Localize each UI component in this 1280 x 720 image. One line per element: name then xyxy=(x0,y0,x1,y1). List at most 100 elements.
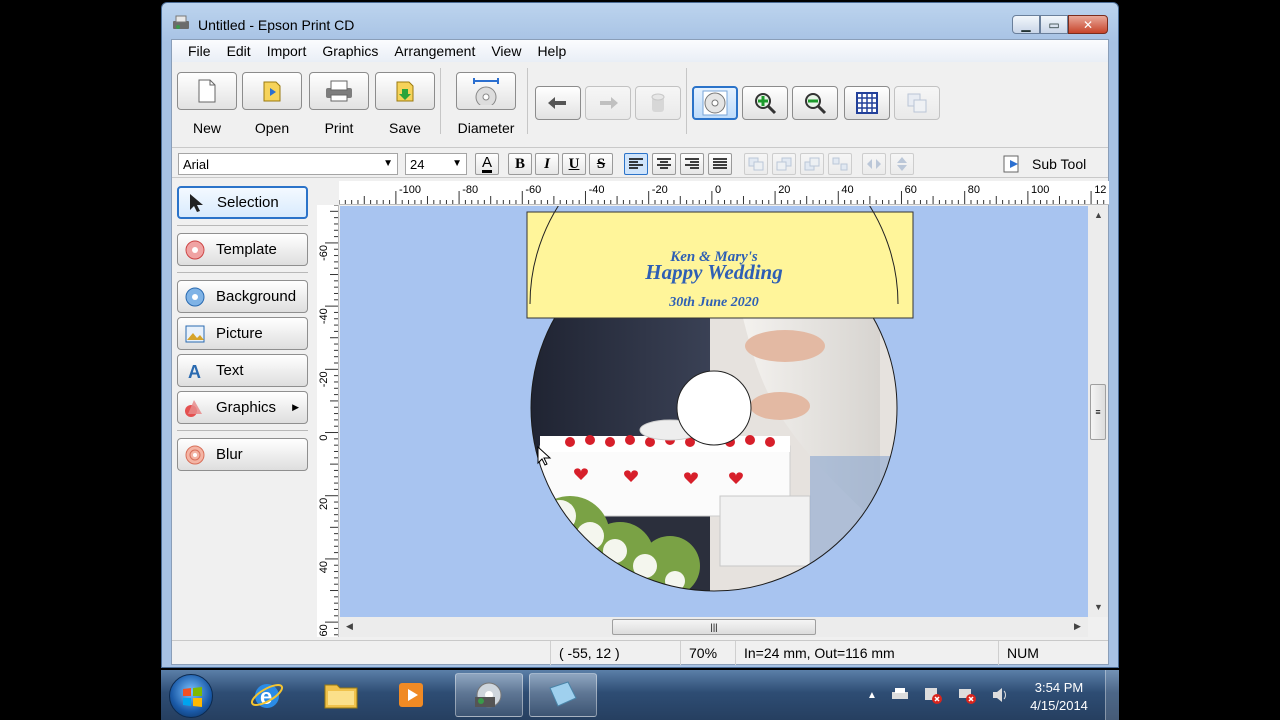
disc-center-hole xyxy=(676,370,752,446)
text-button[interactable]: A Text xyxy=(177,354,308,387)
bring-front-button[interactable] xyxy=(744,153,768,175)
scroll-up-icon[interactable]: ▲ xyxy=(1094,210,1103,220)
disc-diameter-status: In=24 mm, Out=116 mm xyxy=(735,641,965,665)
font-size-select[interactable]: 24 ▼ xyxy=(405,153,467,175)
show-hidden-icons-icon[interactable]: ▲ xyxy=(867,690,877,701)
taskbar-file-explorer[interactable] xyxy=(307,673,375,717)
zoom-out-button[interactable] xyxy=(792,86,838,120)
open-button[interactable] xyxy=(242,72,302,110)
undo-button[interactable] xyxy=(535,86,581,120)
toolbar-separator xyxy=(527,68,528,134)
taskbar-epson-print-cd[interactable] xyxy=(455,673,523,717)
vertical-scroll-thumb[interactable]: ≡ xyxy=(1090,384,1106,440)
menu-graphics[interactable]: Graphics xyxy=(314,43,386,59)
maximize-button[interactable]: ▭ xyxy=(1040,15,1068,34)
vertical-scrollbar[interactable]: ▲ ≡ ▼ xyxy=(1088,206,1108,617)
taskbar-app-window[interactable] xyxy=(529,673,597,717)
volume-icon[interactable] xyxy=(991,687,1009,703)
edit-tools-panel: Selection Template Background Picture A … xyxy=(172,180,316,640)
send-backward-button[interactable] xyxy=(800,153,824,175)
picture-button[interactable]: Picture xyxy=(177,317,308,350)
menu-help[interactable]: Help xyxy=(529,43,574,59)
vertical-ruler-ticks: -60 -40 -20 0 20 40 60 xyxy=(318,205,338,636)
italic-icon: I xyxy=(544,155,550,172)
picture-label: Picture xyxy=(216,325,263,342)
new-button[interactable] xyxy=(177,72,237,110)
font-color-icon: A xyxy=(481,153,492,173)
app-window: Untitled - Epson Print CD ▁ ▭ ✕ File Edi… xyxy=(161,2,1119,668)
action-center-icon[interactable] xyxy=(923,686,943,704)
ruler-label: 0 xyxy=(715,184,721,196)
disc-artwork[interactable]: Ken & Mary's Happy Wedding 30th June 202… xyxy=(340,206,1088,617)
media-player-icon xyxy=(399,683,423,707)
align-center-button[interactable] xyxy=(652,153,676,175)
template-button[interactable]: Template xyxy=(177,233,308,266)
scroll-right-icon[interactable]: ▶ xyxy=(1074,621,1081,632)
menu-view[interactable]: View xyxy=(483,43,529,59)
font-family-value: Arial xyxy=(183,157,210,172)
send-back-button[interactable] xyxy=(828,153,852,175)
start-button[interactable] xyxy=(169,674,213,718)
justify-button[interactable] xyxy=(708,153,732,175)
underline-button[interactable]: U xyxy=(562,153,586,175)
font-color-button[interactable]: A xyxy=(475,153,499,175)
sub-tool-button[interactable]: Sub Tool xyxy=(998,152,1102,176)
layout-button[interactable] xyxy=(894,86,940,120)
menu-edit[interactable]: Edit xyxy=(219,43,259,59)
system-tray: ▲ xyxy=(867,670,1009,720)
redo-button[interactable] xyxy=(585,86,631,120)
panel-divider xyxy=(177,225,308,226)
flip-vertical-button[interactable] xyxy=(890,153,914,175)
panel-divider xyxy=(177,430,308,431)
blur-button[interactable]: Blur xyxy=(177,438,308,471)
cursor-coordinates: ( -55, 12 ) xyxy=(550,641,676,665)
taskbar-clock[interactable]: 3:54 PM 4/15/2014 xyxy=(1023,679,1095,715)
grid-button[interactable] xyxy=(844,86,890,120)
horizontal-scroll-thumb[interactable]: ||| xyxy=(612,619,816,635)
selection-button[interactable]: Selection xyxy=(177,186,308,219)
background-button[interactable]: Background xyxy=(177,280,308,313)
zoom-level: 70% xyxy=(680,641,740,665)
print-button[interactable] xyxy=(309,72,369,110)
font-family-select[interactable]: Arial ▼ xyxy=(178,153,398,175)
zoom-in-button[interactable] xyxy=(742,86,788,120)
scroll-down-icon[interactable]: ▼ xyxy=(1094,602,1103,612)
new-document-icon xyxy=(198,79,216,103)
menu-arrangement[interactable]: Arrangement xyxy=(386,43,483,59)
network-icon[interactable] xyxy=(957,686,977,704)
close-button[interactable]: ✕ xyxy=(1068,15,1108,34)
diameter-button[interactable] xyxy=(456,72,516,110)
folder-icon xyxy=(324,684,358,709)
align-left-button[interactable] xyxy=(624,153,648,175)
text-label: Text xyxy=(216,362,244,379)
bring-forward-button[interactable] xyxy=(772,153,796,175)
italic-button[interactable]: I xyxy=(535,153,559,175)
ruler-label: 60 xyxy=(318,624,330,636)
minimize-button[interactable]: ▁ xyxy=(1012,15,1040,34)
epson-app-icon xyxy=(173,15,189,29)
disc-view-button[interactable] xyxy=(692,86,738,120)
epson-print-cd-icon xyxy=(475,682,502,708)
grid-icon xyxy=(856,92,878,114)
template-icon xyxy=(184,239,206,261)
menu-import[interactable]: Import xyxy=(259,43,315,59)
delete-button[interactable] xyxy=(635,86,681,120)
title-text-box[interactable]: Ken & Mary's Happy Wedding 30th June 202… xyxy=(526,206,914,319)
graphics-button[interactable]: Graphics ▶ xyxy=(177,391,308,424)
ruler-label: -80 xyxy=(462,184,478,196)
align-right-button[interactable] xyxy=(680,153,704,175)
scroll-left-icon[interactable]: ◀ xyxy=(346,621,353,632)
design-canvas[interactable]: Ken & Mary's Happy Wedding 30th June 202… xyxy=(340,206,1088,617)
title-bar: Untitled - Epson Print CD ▁ ▭ ✕ xyxy=(162,3,1118,37)
save-button[interactable] xyxy=(375,72,435,110)
taskbar-media-player[interactable] xyxy=(379,673,447,717)
bold-button[interactable]: B xyxy=(508,153,532,175)
menu-file[interactable]: File xyxy=(180,43,219,59)
toolbar-separator xyxy=(440,68,441,134)
taskbar-internet-explorer[interactable]: e xyxy=(233,673,301,717)
show-desktop-button[interactable] xyxy=(1105,670,1119,720)
horizontal-scrollbar[interactable]: ◀ ||| ▶ xyxy=(340,617,1088,637)
strikethrough-button[interactable]: S xyxy=(589,153,613,175)
printer-tray-icon[interactable] xyxy=(891,687,909,703)
flip-horizontal-button[interactable] xyxy=(862,153,886,175)
